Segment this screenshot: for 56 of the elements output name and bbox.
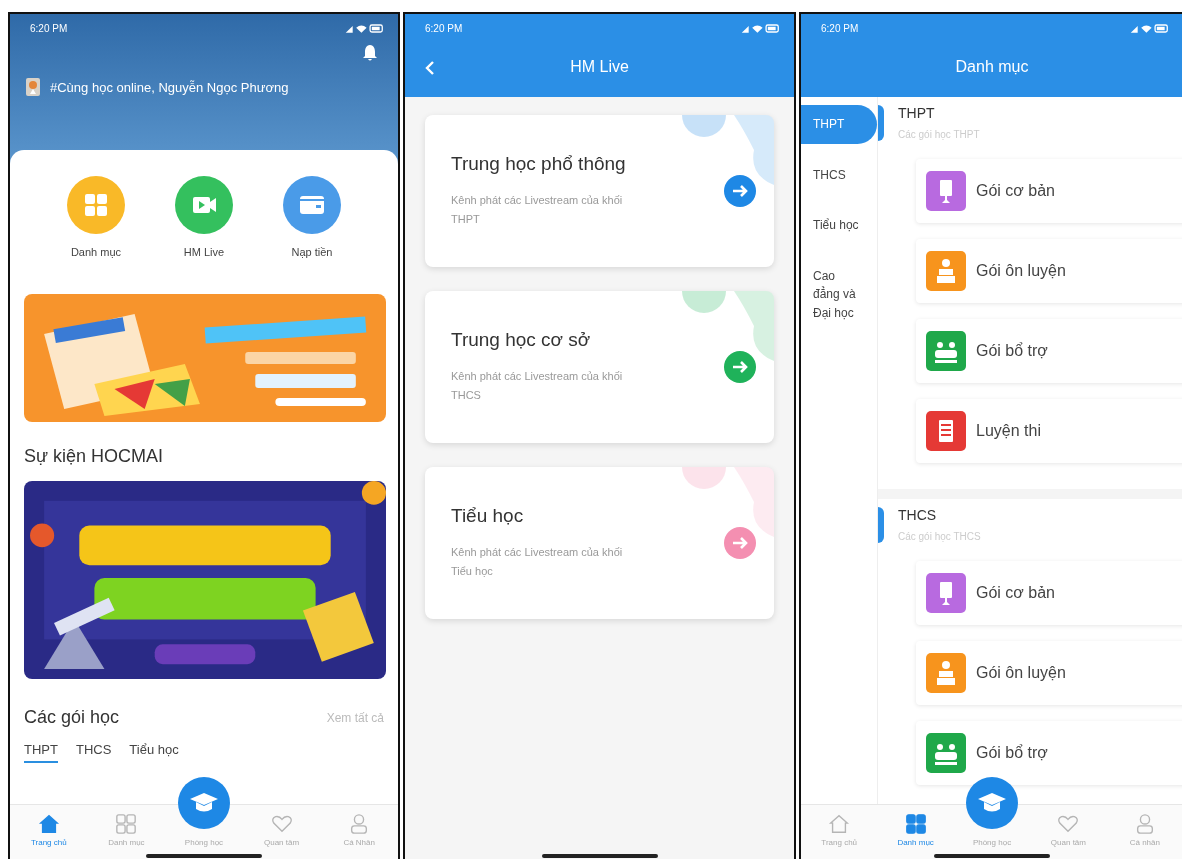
card-subtitle: Kênh phát các Livestream của khối Tiểu học [451,545,624,579]
tab[interactable]: THCS [75,738,112,763]
arrow-right-icon[interactable] [724,175,756,207]
channel-card[interactable]: Trung học cơ sở Kênh phát các Livestream của khối THCS [425,291,774,443]
heart-icon [1057,813,1080,835]
status-icons [740,22,780,34]
greeting-text: #Cùng học online, Nguyễn Ngọc Phương [50,79,289,95]
grid-icon [115,813,138,835]
status-time: 6:20 PM [425,22,463,34]
card-title: Tiểu học [451,505,525,528]
section-title: Sự kiện HOCMAI [24,446,165,467]
package-item[interactable]: Gói cơ bản [916,159,1182,223]
section-marker [878,507,884,543]
quick-action[interactable]: Nạp tiền [283,176,341,258]
section-title: Các gói học [24,707,120,728]
graduation-cap-button[interactable] [966,777,1018,829]
tab[interactable]: THPT [24,738,58,763]
screen-title: HM Live [570,58,629,76]
card-subtitle: Kênh phát các Livestream của khối THCS [451,369,624,403]
bell-icon[interactable] [362,44,378,62]
package-item[interactable]: Gói bổ trợ [916,721,1182,785]
grid-icon [904,813,927,835]
nav-item[interactable]: Trang chủ [10,805,88,851]
status-icons [344,22,384,34]
card-title: Trung học cơ sở [451,329,592,352]
sidebar-item[interactable]: THCS [801,155,877,195]
heart-icon [270,813,293,835]
package-item[interactable]: Gói ôn luyện [916,239,1182,303]
home-icon [828,813,851,835]
sidebar-item[interactable]: Cao đẳng và Đại học [801,256,877,333]
graduation-cap-button[interactable] [178,777,230,829]
package-item[interactable]: Luyện thi [916,399,1182,463]
home-icon [37,813,60,835]
channel-card[interactable]: Trung học phổ thông Kênh phát các Livestream của khối THPT [425,115,774,267]
arrow-right-icon[interactable] [724,527,756,559]
tab[interactable]: Tiểu học [129,738,179,763]
quick-action[interactable]: HM Live [175,176,233,258]
nav-item[interactable]: Danh mục [877,805,954,851]
package-item[interactable]: Gói bổ trợ [916,319,1182,383]
status-time: 6:20 PM [821,22,859,34]
avatar-icon [26,78,40,96]
card-title: Trung học phổ thông [451,153,626,176]
arrow-right-icon[interactable] [724,351,756,383]
channel-card[interactable]: Tiểu học Kênh phát các Livestream của khối Tiểu học [425,467,774,619]
card-subtitle: Kênh phát các Livestream của khối THPT [451,193,624,227]
section-marker [878,105,884,141]
chevron-left-icon [425,60,435,76]
section-title: THPT [898,105,936,121]
package-item[interactable]: Gói ôn luyện [916,641,1182,705]
section-title: THCS [898,507,938,523]
screen-title: Danh mục [955,58,1029,76]
package-item[interactable]: Gói cơ bản [916,561,1182,625]
quick-action[interactable]: Danh mục [67,176,125,258]
sidebar-item[interactable]: Tiểu học [801,206,877,245]
status-time: 6:20 PM [30,22,68,34]
status-icons [1129,22,1169,34]
